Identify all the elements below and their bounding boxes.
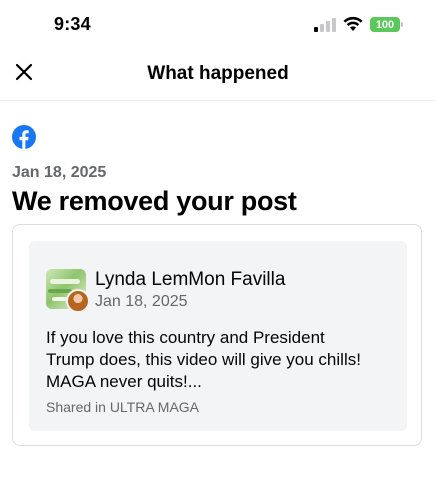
post-text-line: Trump does, this video will give you chi… [46,350,361,369]
cellular-signal-icon [314,18,336,37]
notice-headline: We removed your post [12,186,297,216]
post-text: If you love this country and President T… [46,327,396,393]
wifi-icon [343,16,363,37]
facebook-logo-icon [12,125,36,154]
status-bar: 9:34 100 [0,0,436,50]
notice-date: Jan 18, 2025 [12,164,107,181]
status-time: 9:34 [54,14,91,34]
page-title: What happened [147,63,289,84]
post-preview[interactable]: Lynda LemMon Favilla Jan 18, 2025 If you… [29,241,407,431]
post-text-line: MAGA never quits!... [46,372,202,391]
post-author: Lynda LemMon Favilla [95,269,286,290]
user-avatar-image [66,289,90,313]
nav-bar: What happened [0,50,436,101]
battery-cap [401,22,403,27]
battery-indicator: 100 [370,17,400,32]
avatar [46,269,90,313]
removed-post-card: Lynda LemMon Favilla Jan 18, 2025 If you… [12,224,422,446]
shared-in-label: Shared in ULTRA MAGA [46,399,200,415]
post-date: Jan 18, 2025 [95,293,188,310]
post-text-line: If you love this country and President [46,328,325,347]
